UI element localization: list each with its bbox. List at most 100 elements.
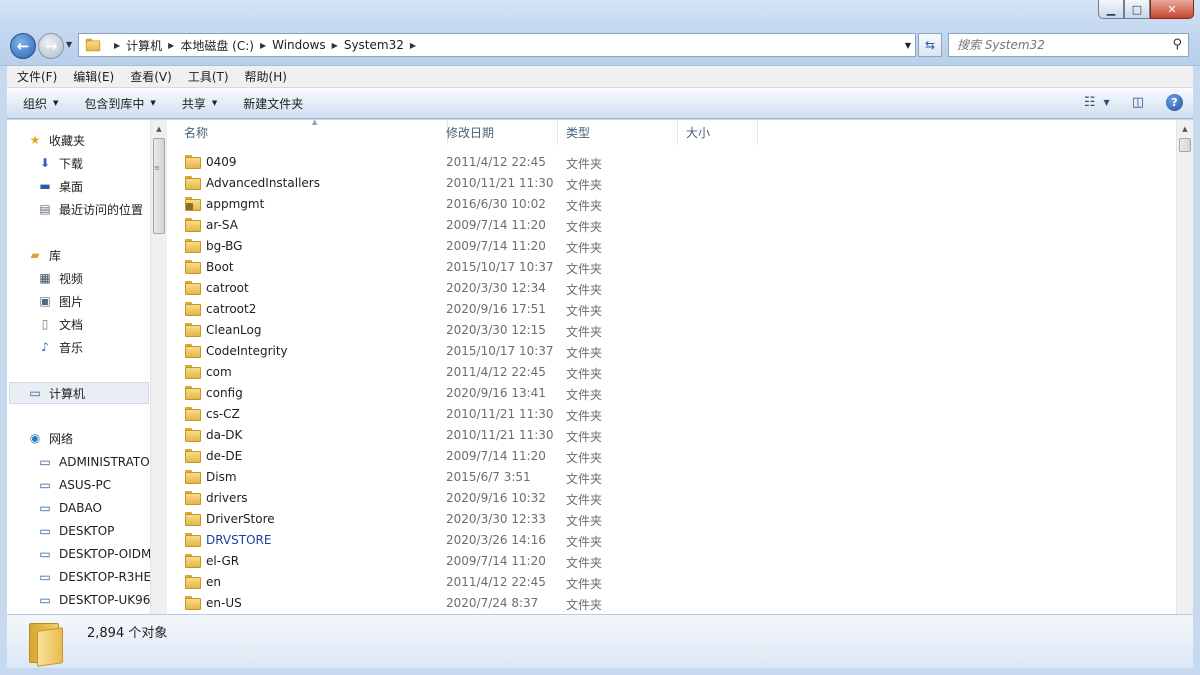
file-modified-date: 2010/11/21 11:30 bbox=[446, 428, 554, 442]
nav-desktop[interactable]: ▬ 桌面 bbox=[37, 176, 83, 196]
scroll-thumb[interactable] bbox=[153, 138, 165, 234]
nav-network-item[interactable]: ▭ ADMINISTRATOR bbox=[37, 452, 150, 472]
refresh-button[interactable]: ⇆ bbox=[918, 33, 942, 57]
maximize-button[interactable]: □ bbox=[1124, 0, 1150, 19]
menu-file[interactable]: 文件(F) bbox=[11, 68, 63, 85]
history-dropdown-icon[interactable]: ▼ bbox=[66, 40, 72, 49]
nav-pictures[interactable]: ▣ 图片 bbox=[37, 291, 83, 311]
nav-network-item[interactable]: ▭ DESKTOP-R3HE bbox=[37, 567, 150, 587]
column-header-modified[interactable]: 修改日期 bbox=[438, 120, 558, 145]
table-row[interactable]: appmgmt 2016/6/30 10:02 文件夹 bbox=[168, 194, 1168, 215]
menu-tools[interactable]: 工具(T) bbox=[182, 68, 235, 85]
file-type: 文件夹 bbox=[566, 241, 603, 255]
nav-network-item[interactable]: ▭ DESKTOP bbox=[37, 521, 114, 541]
organize-button[interactable]: 组织 ▼ bbox=[13, 95, 68, 112]
table-row[interactable]: da-DK 2010/11/21 11:30 文件夹 bbox=[168, 425, 1168, 446]
table-row[interactable]: el-GR 2009/7/14 11:20 文件夹 bbox=[168, 551, 1168, 572]
scroll-thumb[interactable] bbox=[1179, 138, 1191, 152]
table-row[interactable]: com 2011/4/12 22:45 文件夹 bbox=[168, 362, 1168, 383]
breadcrumb-windows[interactable]: Windows bbox=[272, 38, 326, 52]
forward-button[interactable]: → bbox=[38, 33, 64, 59]
nav-pictures-label: 图片 bbox=[59, 294, 84, 309]
breadcrumb-system32[interactable]: System32 bbox=[344, 38, 404, 52]
breadcrumb-local-disk[interactable]: 本地磁盘 (C:) bbox=[180, 37, 254, 54]
table-row[interactable]: config 2020/9/16 13:41 文件夹 bbox=[168, 383, 1168, 404]
search-box[interactable]: ⚲ bbox=[948, 33, 1189, 57]
network-computer-icon: ▭ bbox=[39, 455, 51, 469]
file-modified-date: 2020/3/30 12:33 bbox=[446, 512, 546, 526]
table-row[interactable]: catroot 2020/3/30 12:34 文件夹 bbox=[168, 278, 1168, 299]
table-row[interactable]: ar-SA 2009/7/14 11:20 文件夹 bbox=[168, 215, 1168, 236]
table-row[interactable]: de-DE 2009/7/14 11:20 文件夹 bbox=[168, 446, 1168, 467]
nav-network-item[interactable]: ▭ DABAO bbox=[37, 498, 102, 518]
network-computer-icon: ▭ bbox=[39, 524, 51, 538]
nav-favorites[interactable]: ★ 收藏夹 bbox=[27, 130, 85, 150]
new-folder-button[interactable]: 新建文件夹 bbox=[233, 95, 313, 112]
address-dropdown-icon[interactable]: ▼ bbox=[905, 41, 911, 50]
column-header-type[interactable]: 类型 bbox=[558, 120, 678, 145]
scroll-up-arrow-icon[interactable]: ▲ bbox=[151, 120, 167, 137]
menu-edit[interactable]: 编辑(E) bbox=[67, 68, 120, 85]
address-bar[interactable]: ▶ 计算机 ▶ 本地磁盘 (C:) ▶ Windows ▶ System32 ▶… bbox=[78, 33, 916, 57]
breadcrumb-separator-icon[interactable]: ▶ bbox=[332, 41, 338, 50]
table-row[interactable]: 0409 2011/4/12 22:45 文件夹 bbox=[168, 152, 1168, 173]
table-row[interactable]: en-US 2020/7/24 8:37 文件夹 bbox=[168, 593, 1168, 614]
table-row[interactable]: CleanLog 2020/3/30 12:15 文件夹 bbox=[168, 320, 1168, 341]
table-row[interactable]: catroot2 2020/9/16 17:51 文件夹 bbox=[168, 299, 1168, 320]
nav-recent[interactable]: ▤ 最近访问的位置 bbox=[37, 199, 143, 219]
folder-icon bbox=[185, 575, 202, 589]
nav-network-item[interactable]: ▭ DESKTOP-UK96 bbox=[37, 590, 150, 610]
nav-videos[interactable]: ▦ 视频 bbox=[37, 268, 83, 288]
nav-scrollbar[interactable]: ▲ ≡ bbox=[150, 120, 167, 614]
breadcrumb-separator-icon[interactable]: ▶ bbox=[260, 41, 266, 50]
table-row[interactable]: bg-BG 2009/7/14 11:20 文件夹 bbox=[168, 236, 1168, 257]
minimize-button[interactable]: ▁ bbox=[1098, 0, 1124, 19]
file-type: 文件夹 bbox=[566, 451, 603, 465]
details-pane: 2,894 个对象 bbox=[7, 614, 1193, 668]
nav-libraries[interactable]: ▰ 库 bbox=[27, 245, 61, 265]
include-in-library-button[interactable]: 包含到库中 ▼ bbox=[74, 95, 165, 112]
table-row[interactable]: cs-CZ 2010/11/21 11:30 文件夹 bbox=[168, 404, 1168, 425]
nav-music[interactable]: ♪ 音乐 bbox=[37, 337, 83, 357]
column-header-size[interactable]: 大小 bbox=[678, 120, 758, 145]
nav-computer[interactable]: ▭ 计算机 bbox=[27, 383, 85, 403]
table-row[interactable]: DriverStore 2020/3/30 12:33 文件夹 bbox=[168, 509, 1168, 530]
view-options-icon[interactable]: ☷ bbox=[1084, 95, 1096, 110]
nav-network-item[interactable]: ▭ ASUS-PC bbox=[37, 475, 111, 495]
help-button[interactable]: ? bbox=[1166, 94, 1183, 111]
file-name: el-GR bbox=[206, 554, 240, 568]
nav-network-item[interactable]: ▭ DESKTOP-OIDM bbox=[37, 544, 150, 564]
table-row[interactable]: drivers 2020/9/16 10:32 文件夹 bbox=[168, 488, 1168, 509]
file-modified-date: 2009/7/14 11:20 bbox=[446, 554, 546, 568]
table-row[interactable]: DRVSTORE 2020/3/26 14:16 文件夹 bbox=[168, 530, 1168, 551]
scroll-up-arrow-icon[interactable]: ▲ bbox=[1177, 120, 1193, 137]
breadcrumb-computer[interactable]: 计算机 bbox=[126, 37, 162, 54]
table-row[interactable]: Dism 2015/6/7 3:51 文件夹 bbox=[168, 467, 1168, 488]
preview-pane-icon[interactable]: ◫ bbox=[1132, 95, 1144, 110]
nav-network[interactable]: ◉ 网络 bbox=[27, 428, 73, 448]
sort-ascending-icon: ▲ bbox=[312, 120, 318, 126]
table-row[interactable]: Boot 2015/10/17 10:37 文件夹 bbox=[168, 257, 1168, 278]
view-dropdown-icon[interactable]: ▼ bbox=[1104, 98, 1110, 107]
nav-downloads[interactable]: ⬇ 下载 bbox=[37, 153, 83, 173]
menu-help[interactable]: 帮助(H) bbox=[239, 68, 293, 85]
file-modified-date: 2020/9/16 10:32 bbox=[446, 491, 546, 505]
table-row[interactable]: AdvancedInstallers 2010/11/21 11:30 文件夹 bbox=[168, 173, 1168, 194]
column-header-name[interactable]: 名称 ▲ bbox=[176, 120, 448, 145]
breadcrumb-separator-icon[interactable]: ▶ bbox=[168, 41, 174, 50]
file-name: com bbox=[206, 365, 232, 379]
file-type: 文件夹 bbox=[566, 304, 603, 318]
folder-icon bbox=[185, 239, 202, 253]
breadcrumb-separator-icon[interactable]: ▶ bbox=[114, 41, 120, 50]
nav-documents[interactable]: ▯ 文档 bbox=[37, 314, 83, 334]
breadcrumb-separator-icon[interactable]: ▶ bbox=[410, 41, 416, 50]
table-row[interactable]: en 2011/4/12 22:45 文件夹 bbox=[168, 572, 1168, 593]
search-icon[interactable]: ⚲ bbox=[1172, 37, 1182, 52]
table-row[interactable]: CodeIntegrity 2015/10/17 10:37 文件夹 bbox=[168, 341, 1168, 362]
menu-view[interactable]: 查看(V) bbox=[124, 68, 178, 85]
close-button[interactable]: ✕ bbox=[1150, 0, 1194, 19]
back-button[interactable]: ← bbox=[10, 33, 36, 59]
share-button[interactable]: 共享 ▼ bbox=[172, 95, 227, 112]
search-input[interactable] bbox=[957, 38, 1157, 52]
file-list-scrollbar[interactable]: ▲ bbox=[1176, 120, 1193, 614]
